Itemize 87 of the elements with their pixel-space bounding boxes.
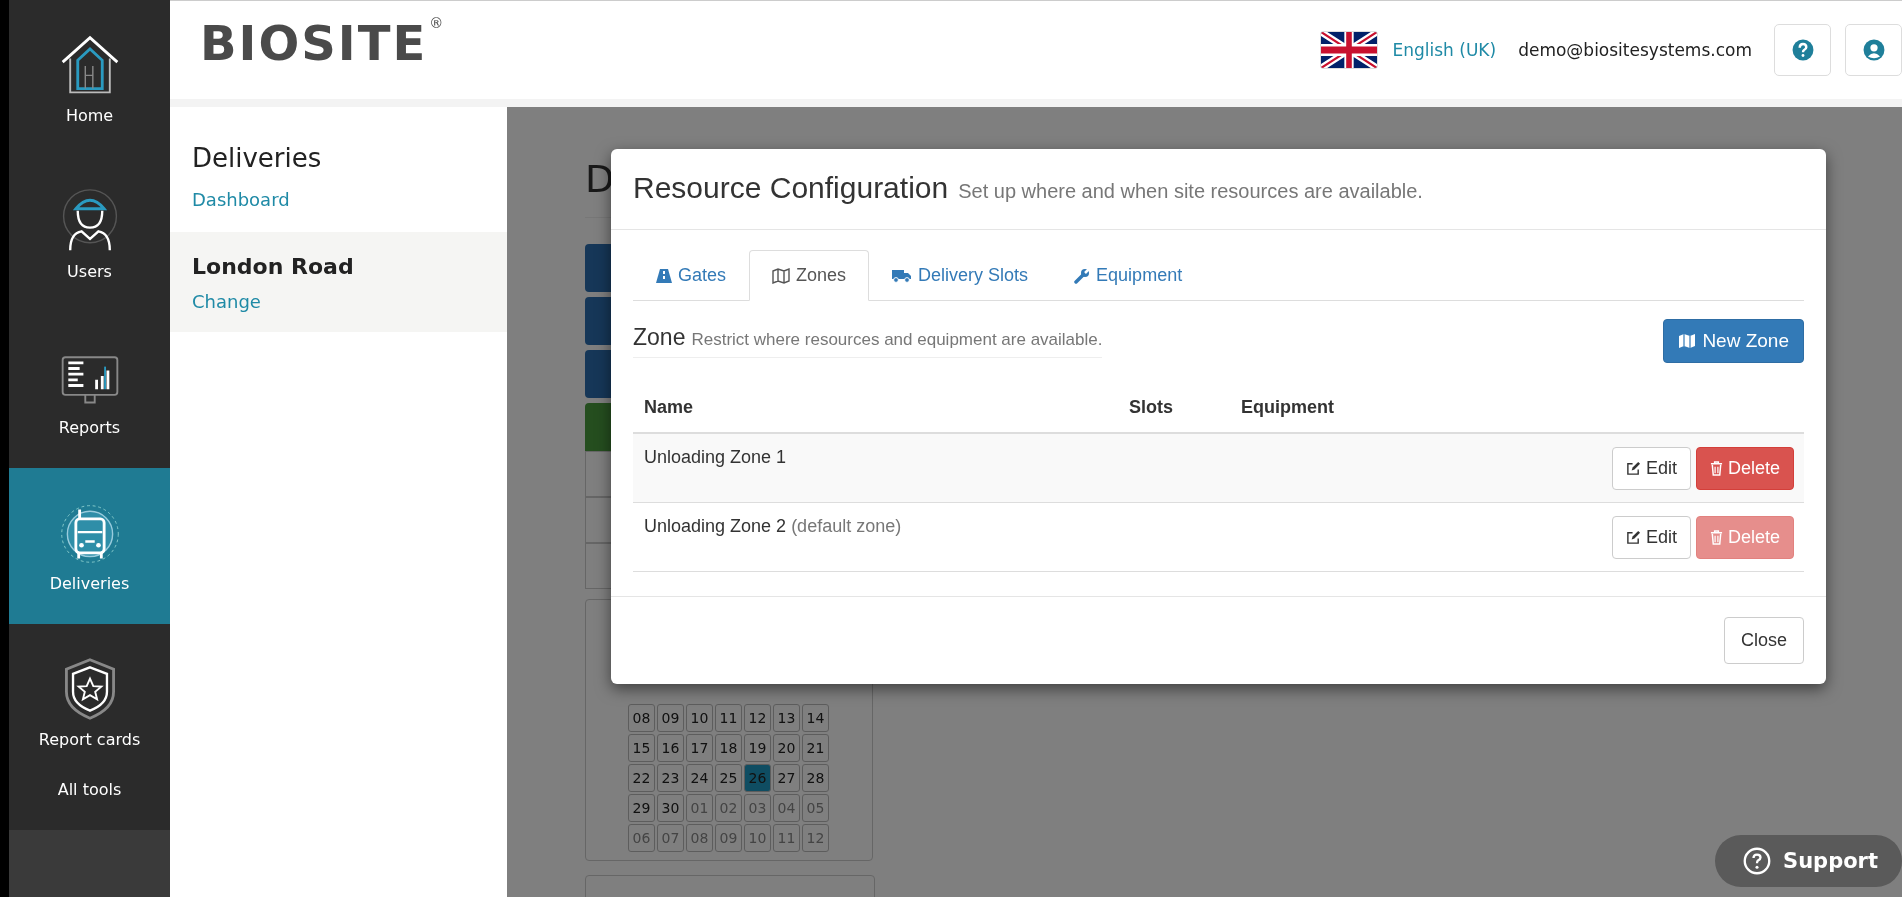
calendar-day[interactable]: 22 bbox=[628, 764, 655, 792]
edit-icon bbox=[1625, 529, 1641, 545]
nav-item[interactable]: Home bbox=[9, 0, 170, 156]
calendar-day[interactable]: 07 bbox=[657, 824, 684, 852]
calendar-day[interactable]: 30 bbox=[657, 794, 684, 822]
nav-label: Users bbox=[67, 261, 112, 281]
close-button[interactable]: Close bbox=[1723, 617, 1804, 664]
nav-item[interactable]: All tools bbox=[9, 780, 170, 830]
help-icon bbox=[1791, 39, 1814, 61]
nav-label: All tools bbox=[57, 780, 122, 799]
trash-icon bbox=[1709, 460, 1723, 476]
calendar-day[interactable]: 08 bbox=[628, 704, 655, 732]
support-button[interactable]: Support bbox=[1715, 835, 1902, 887]
nav-label: Deliveries bbox=[49, 573, 130, 593]
calendar-day[interactable]: 02 bbox=[715, 794, 742, 822]
calendar-day[interactable]: 14 bbox=[802, 704, 829, 732]
change-link[interactable]: Change bbox=[192, 291, 261, 312]
calendar-day[interactable]: 18 bbox=[715, 734, 742, 762]
nav-item[interactable]: Reports bbox=[9, 312, 170, 468]
calendar-day[interactable]: 11 bbox=[773, 824, 800, 852]
calendar-day[interactable]: 21 bbox=[802, 734, 829, 762]
calendar-day[interactable]: 17 bbox=[686, 734, 713, 762]
table-cell: Unloading Zone 2 (default zone) bbox=[644, 516, 902, 536]
nav-item[interactable]: Deliveries bbox=[9, 468, 170, 624]
calendar-day[interactable]: 03 bbox=[744, 794, 771, 822]
tab[interactable]: Gates bbox=[633, 250, 750, 301]
zone-title: Zone bbox=[633, 324, 686, 351]
delete-button[interactable]: Delete bbox=[1695, 446, 1794, 490]
tab[interactable]: Delivery Slots bbox=[869, 250, 1052, 301]
help-icon bbox=[1743, 847, 1772, 875]
language-link[interactable]: English (UK) bbox=[1392, 40, 1497, 60]
calendar-day[interactable]: 24 bbox=[686, 764, 713, 792]
help-button[interactable] bbox=[1774, 24, 1831, 76]
nav-label: Reports bbox=[58, 417, 121, 437]
calendar-day[interactable]: 15 bbox=[628, 734, 655, 762]
calendar-day[interactable]: 06 bbox=[628, 824, 655, 852]
user-icon bbox=[1862, 39, 1885, 61]
calendar-day[interactable]: 10 bbox=[744, 824, 771, 852]
calendar-day[interactable]: 09 bbox=[657, 704, 684, 732]
calendar-day[interactable]: 12 bbox=[802, 824, 829, 852]
brand-logo: BIOSITE$^{®}$ bbox=[200, 15, 444, 71]
calendar-day[interactable]: 08 bbox=[686, 824, 713, 852]
site-name: London Road bbox=[192, 254, 355, 279]
nav-label: Report cards bbox=[38, 729, 141, 749]
truck-icon bbox=[892, 268, 913, 283]
table-cell: Unloading Zone 1 bbox=[644, 447, 787, 467]
nav-item[interactable]: Users bbox=[9, 156, 170, 312]
calendar-day[interactable]: 28 bbox=[802, 764, 829, 792]
dashboard-link[interactable]: Dashboard bbox=[192, 189, 290, 210]
calendar-day[interactable]: 16 bbox=[657, 734, 684, 762]
nav-label: Home bbox=[65, 105, 114, 125]
tab[interactable]: Zones bbox=[749, 250, 870, 301]
calendar-day[interactable]: 09 bbox=[715, 824, 742, 852]
edit-button[interactable]: Edit bbox=[1611, 446, 1691, 490]
tab[interactable]: Equipment bbox=[1051, 250, 1206, 301]
edit-icon bbox=[1625, 460, 1641, 476]
section-title: Deliveries bbox=[192, 143, 323, 173]
zone-subtitle: Restrict where resources and equipment are available. bbox=[691, 330, 1103, 350]
modal-subtitle: Set up where and when site resources are available. bbox=[958, 180, 1423, 203]
calendar-day[interactable]: 10 bbox=[686, 704, 713, 732]
uk-flag-icon[interactable] bbox=[1320, 31, 1379, 69]
edit-button[interactable]: Edit bbox=[1611, 515, 1691, 559]
map-icon bbox=[1678, 333, 1697, 349]
road-icon bbox=[656, 268, 672, 283]
calendar-day[interactable]: 20 bbox=[773, 734, 800, 762]
user-email: demo@biositesystems.com bbox=[1518, 40, 1752, 60]
calendar-day[interactable]: 05 bbox=[802, 794, 829, 822]
calendar-day[interactable]: 11 bbox=[715, 704, 742, 732]
calendar-day[interactable]: 29 bbox=[628, 794, 655, 822]
trash-icon bbox=[1709, 529, 1723, 545]
wrench-icon bbox=[1074, 267, 1091, 284]
calendar-day[interactable]: 04 bbox=[773, 794, 800, 822]
modal-title: Resource Configuration bbox=[633, 171, 949, 205]
column-header: Equipment bbox=[1240, 396, 1335, 419]
map-icon bbox=[772, 267, 791, 284]
column-header: Name bbox=[643, 396, 695, 419]
account-button[interactable] bbox=[1845, 24, 1902, 76]
calendar-day[interactable]: 01 bbox=[686, 794, 713, 822]
new-zone-button[interactable]: New Zone bbox=[1663, 319, 1804, 363]
calendar-day[interactable]: 19 bbox=[744, 734, 771, 762]
calendar-day[interactable]: 27 bbox=[773, 764, 800, 792]
column-header: Slots bbox=[1128, 396, 1174, 419]
calendar-day[interactable]: 13 bbox=[773, 704, 800, 732]
calendar-day[interactable]: 25 bbox=[715, 764, 742, 792]
nav-item[interactable]: Report cards bbox=[9, 624, 170, 780]
calendar-day[interactable]: 12 bbox=[744, 704, 771, 732]
calendar-day[interactable]: 23 bbox=[657, 764, 684, 792]
